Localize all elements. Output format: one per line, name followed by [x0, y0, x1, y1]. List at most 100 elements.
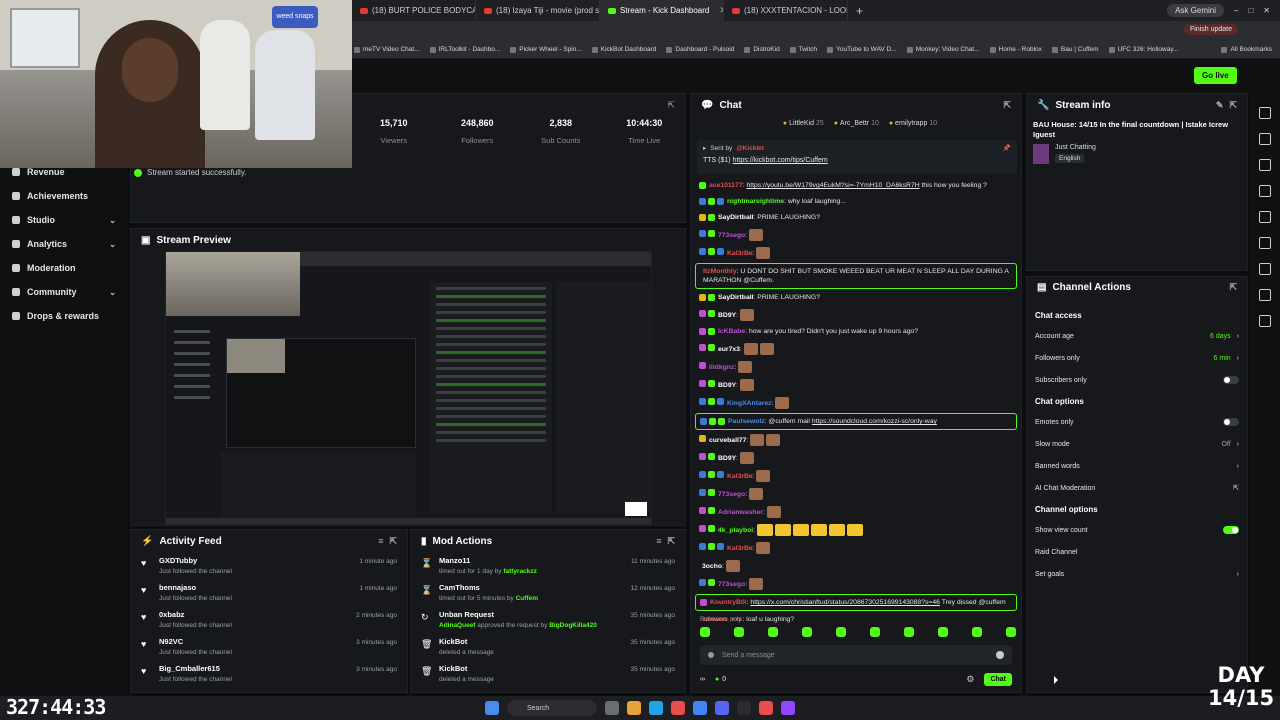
- go-live-button[interactable]: Go live: [1194, 67, 1237, 84]
- chat-bubble-icon[interactable]: [1259, 211, 1271, 223]
- chat-message[interactable]: Adrianwasher:: [695, 503, 1017, 521]
- chat-message[interactable]: BD9Y:: [695, 306, 1017, 324]
- chat-input-box[interactable]: Send a message: [700, 645, 1012, 665]
- chat-message[interactable]: nightmareightime: why loaf laughing...: [695, 194, 1017, 210]
- app-icon[interactable]: [671, 701, 685, 715]
- chat-username[interactable]: 773sego: [718, 581, 745, 588]
- pinned-link[interactable]: https://kickbot.com/tips/Cuffem: [733, 157, 828, 164]
- chat-username[interactable]: eur7x3: [718, 346, 740, 353]
- pinned-message[interactable]: ▸ Sent by @Kicklet 📌 TTS ($1) https://ki…: [697, 140, 1017, 174]
- edit-icon[interactable]: ✎: [1216, 100, 1224, 111]
- info-icon[interactable]: [1259, 107, 1271, 119]
- new-tab-button[interactable]: +: [848, 4, 871, 18]
- toggle-switch[interactable]: [1223, 526, 1239, 534]
- chat-username[interactable]: ItzMonthly: [703, 268, 737, 275]
- setting-account-age[interactable]: Account age 6 days ›: [1027, 325, 1247, 347]
- close-tab-icon[interactable]: ✕: [713, 5, 723, 16]
- chat-message[interactable]: curveball77:: [695, 431, 1017, 449]
- browser-tab[interactable]: Stream - Kick Dashboard✕: [600, 0, 724, 21]
- gear-icon[interactable]: ⚙: [966, 674, 974, 685]
- chat-message[interactable]: 773sego:: [695, 485, 1017, 503]
- bolt-icon[interactable]: [1259, 159, 1271, 171]
- message-link[interactable]: https://soundcloud.com/kozzi-sc/only-way: [812, 418, 937, 425]
- nav-item-achievements[interactable]: Achievements: [0, 184, 128, 208]
- setting-followers-only[interactable]: Followers only 6 min ›: [1027, 347, 1247, 369]
- bookmark-item[interactable]: DistroKid: [744, 46, 779, 53]
- discord-icon[interactable]: [715, 701, 729, 715]
- chat-username[interactable]: 773sego: [718, 232, 745, 239]
- chat-username[interactable]: lildkgnz: [709, 364, 734, 371]
- emote-9[interactable]: [972, 627, 982, 637]
- emote-3[interactable]: [768, 627, 778, 637]
- maximize-icon[interactable]: □: [1248, 6, 1253, 15]
- setting-emotes-only[interactable]: Emotes only: [1027, 411, 1247, 433]
- send-chat-button[interactable]: Chat: [984, 672, 1012, 686]
- emote-5[interactable]: [836, 627, 846, 637]
- filter-icon[interactable]: ≡: [378, 536, 383, 546]
- chat-username[interactable]: KountryB0i: [710, 599, 747, 606]
- chat-username[interactable]: curveball77: [709, 437, 746, 444]
- chat-message[interactable]: KingXAntarez:: [695, 394, 1017, 412]
- bookmark-item[interactable]: Bau | Cuffem: [1052, 46, 1099, 53]
- popout-icon[interactable]: ⇱: [667, 100, 675, 111]
- popout-icon[interactable]: ⇱: [1229, 100, 1237, 111]
- message-link[interactable]: https://x.com/christianftud/status/20867…: [750, 599, 940, 606]
- chat-message[interactable]: 773sego:: [695, 575, 1017, 593]
- chat-username[interactable]: 4k_playboi: [718, 527, 753, 534]
- chat-message[interactable]: ItzMonthly: U DONT DO SHIT BUT SMOKE WEE…: [695, 263, 1017, 289]
- shield-icon[interactable]: [1259, 237, 1271, 249]
- link-icon[interactable]: ∞: [700, 676, 705, 683]
- bookmark-item[interactable]: Monkey: Video Chat...: [907, 46, 980, 53]
- chat-message[interactable]: Paulsewolz: @cuffem mail https://soundcl…: [695, 413, 1017, 430]
- bookmark-item[interactable]: Home - Roblox: [990, 46, 1042, 53]
- chat-username[interactable]: Kal3rBe: [727, 545, 753, 552]
- setting-ai-chat-moderation[interactable]: AI Chat Moderation ⇱: [1027, 477, 1247, 499]
- chat-message[interactable]: ace101177: https://youtu.be/W179vg4EukM?…: [695, 178, 1017, 194]
- popout-icon[interactable]: ⇱: [1229, 282, 1237, 293]
- bookmark-item[interactable]: IRLToolkit - Dashbo...: [430, 46, 501, 53]
- chat-message[interactable]: Kal3rBe:: [695, 244, 1017, 262]
- windows-start-icon[interactable]: [485, 701, 499, 715]
- bookmark-item[interactable]: YouTube to WAV D...: [827, 46, 897, 53]
- wrench-icon[interactable]: [1259, 289, 1271, 301]
- chat-username[interactable]: ace101177: [709, 182, 743, 189]
- chat-message[interactable]: Kal3rBe:: [695, 539, 1017, 557]
- taskbar-search[interactable]: Search: [507, 700, 597, 716]
- chat-username[interactable]: KingXAntarez: [727, 400, 772, 407]
- setting-slow-mode[interactable]: Slow mode Off ›: [1027, 433, 1247, 455]
- emote-7[interactable]: [904, 627, 914, 637]
- nav-item-community[interactable]: Community ⌄: [0, 280, 128, 304]
- bookmark-item[interactable]: Picker Wheel - Spin...: [510, 46, 582, 53]
- bookmark-item[interactable]: KickBot Dashboard: [592, 46, 657, 53]
- nav-item-studio[interactable]: Studio ⌄: [0, 208, 128, 232]
- bookmark-item[interactable]: Twitch: [790, 46, 817, 53]
- chat-message[interactable]: SayDirtball: PRIME LAUGHING?: [695, 210, 1017, 226]
- chat-message[interactable]: Kal3rBe:: [695, 467, 1017, 485]
- obs-icon[interactable]: [737, 701, 751, 715]
- chat-message[interactable]: BD9Y:: [695, 449, 1017, 467]
- chat-message[interactable]: KountryB0i: https://x.com/christianftud/…: [695, 594, 1017, 611]
- emote-8[interactable]: [938, 627, 948, 637]
- camera-icon[interactable]: [1259, 133, 1271, 145]
- browser-tab[interactable]: (18) BURT POLICE BODYCAM F✕: [352, 0, 476, 21]
- emote-10[interactable]: [1006, 627, 1016, 637]
- pin-toggle-icon[interactable]: 📌: [1003, 144, 1011, 152]
- chat-username[interactable]: Kal3rBe: [727, 250, 753, 257]
- browser-tab[interactable]: (18) XXXTENTACION - LOOK AT✕: [724, 0, 848, 21]
- list-icon[interactable]: [1259, 263, 1271, 275]
- explorer-icon[interactable]: [627, 701, 641, 715]
- close-window-icon[interactable]: ✕: [1263, 6, 1270, 15]
- taskview-icon[interactable]: [605, 701, 619, 715]
- chat-username[interactable]: SayDirtball: [718, 214, 754, 221]
- edge-icon[interactable]: [649, 701, 663, 715]
- chat-username[interactable]: BD9Y: [718, 382, 736, 389]
- emote-4[interactable]: [802, 627, 812, 637]
- chrome-icon[interactable]: [693, 701, 707, 715]
- toggle-switch[interactable]: [1223, 376, 1239, 384]
- chat-message[interactable]: 3ocho:: [695, 557, 1017, 575]
- minimize-icon[interactable]: –: [1234, 6, 1238, 15]
- ask-gemini-button[interactable]: Ask Gemini: [1167, 4, 1224, 17]
- setting-show-view-count[interactable]: Show view count: [1027, 519, 1247, 541]
- nav-item-analytics[interactable]: Analytics ⌄: [0, 232, 128, 256]
- browser-tab[interactable]: (18) Izaya Tiji - movie (prod sou✕: [476, 0, 600, 21]
